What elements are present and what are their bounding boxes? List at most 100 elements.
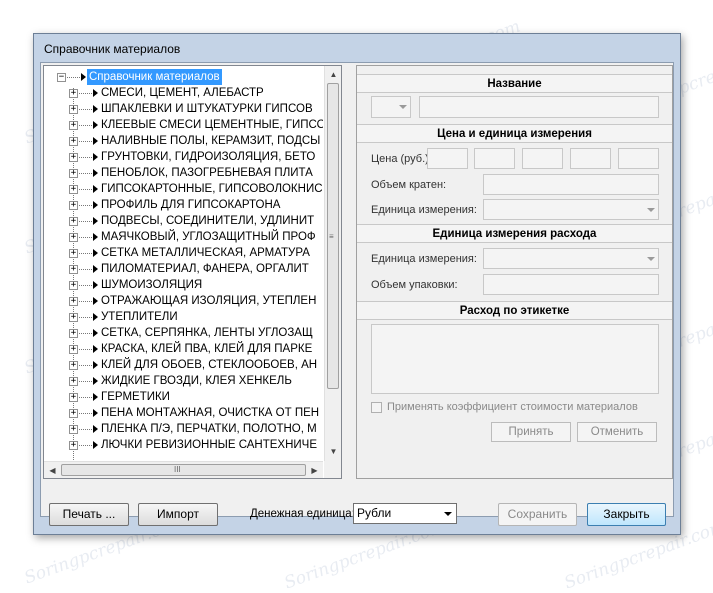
expand-icon[interactable]: +: [69, 345, 78, 354]
expand-icon[interactable]: +: [69, 329, 78, 338]
expand-icon[interactable]: +: [69, 153, 78, 162]
folder-arrow-icon: [93, 265, 98, 273]
tree-item[interactable]: + ГИПСОКАРТОННЫЕ, ГИПСОВОЛОКНИС: [44, 181, 323, 197]
expand-icon[interactable]: +: [69, 409, 78, 418]
expand-icon[interactable]: +: [69, 265, 78, 274]
expand-icon[interactable]: +: [69, 249, 78, 258]
horizontal-scrollbar[interactable]: ◀ III ▶: [44, 461, 323, 478]
expand-icon[interactable]: +: [69, 233, 78, 242]
price-field-2[interactable]: [474, 148, 515, 169]
tree-item[interactable]: + ГЕРМЕТИКИ: [44, 389, 323, 405]
folder-arrow-icon: [93, 89, 98, 97]
expand-icon[interactable]: +: [69, 217, 78, 226]
import-button[interactable]: Импорт: [138, 503, 218, 526]
tree-item[interactable]: + ОТРАЖАЮЩАЯ ИЗОЛЯЦИЯ, УТЕПЛЕН: [44, 293, 323, 309]
folder-arrow-icon: [93, 249, 98, 257]
unit-combo[interactable]: [483, 199, 659, 220]
expand-icon[interactable]: +: [69, 137, 78, 146]
consumption-unit-combo[interactable]: [483, 248, 659, 269]
tree-item[interactable]: + ПИЛОМАТЕРИАЛ, ФАНЕРА, ОРГАЛИТ: [44, 261, 323, 277]
tree-item[interactable]: + ЛЮЧКИ РЕВИЗИОННЫЕ САНТЕХНИЧЕ: [44, 437, 323, 453]
price-field-1[interactable]: [427, 148, 468, 169]
folder-arrow-icon: [93, 425, 98, 433]
tree-item[interactable]: + ПЛЕНКА П/Э, ПЕРЧАТКИ, ПОЛОТНО, М: [44, 421, 323, 437]
details-panel: Название Цена и единица измерения Цена (…: [356, 65, 673, 479]
tree-item[interactable]: + НАЛИВНЫЕ ПОЛЫ, КЕРАМЗИТ, ПОДСЫ: [44, 133, 323, 149]
scroll-up-icon[interactable]: ▲: [326, 67, 341, 82]
tree-item-label: ЖИДКИЕ ГВОЗДИ, КЛЕЯ ХЕНКЕЛЬ: [101, 375, 292, 387]
scrollbar-corner: [324, 461, 341, 478]
scroll-right-icon[interactable]: ▶: [307, 463, 322, 478]
cancel-button[interactable]: Отменить: [577, 422, 657, 442]
icon-combo[interactable]: [371, 96, 411, 118]
tree-item-label: ГИПСОКАРТОННЫЕ, ГИПСОВОЛОКНИС: [101, 183, 323, 195]
expand-icon[interactable]: +: [69, 425, 78, 434]
volume-field[interactable]: [483, 174, 659, 195]
tree-item-label: УТЕПЛИТЕЛИ: [101, 311, 178, 323]
vertical-scroll-thumb[interactable]: ≡: [327, 83, 339, 389]
tree-item[interactable]: + ПЕНОБЛОК, ПАЗОГРЕБНЕВАЯ ПЛИТА: [44, 165, 323, 181]
currency-select[interactable]: Рубли: [353, 503, 457, 524]
tree-item[interactable]: + ШУМОИЗОЛЯЦИЯ: [44, 277, 323, 293]
expand-icon[interactable]: +: [69, 105, 78, 114]
tree-item[interactable]: + ПОДВЕСЫ, СОЕДИНИТЕЛИ, УДЛИНИТ: [44, 213, 323, 229]
folder-arrow-icon: [93, 153, 98, 161]
folder-arrow-icon: [93, 361, 98, 369]
chevron-down-icon: [399, 105, 407, 109]
tree-connector: [79, 205, 92, 206]
materials-tree[interactable]: − Справочник материалов + СМЕСИ, ЦЕМЕНТ, …: [43, 65, 342, 479]
tree-item[interactable]: + СЕТКА, СЕРПЯНКА, ЛЕНТЫ УГЛОЗАЩ: [44, 325, 323, 341]
price-field-5[interactable]: [618, 148, 659, 169]
horizontal-scroll-thumb[interactable]: III: [61, 464, 306, 476]
pack-volume-field[interactable]: [483, 274, 659, 295]
accept-button[interactable]: Принять: [491, 422, 571, 442]
print-button[interactable]: Печать ...: [49, 503, 129, 526]
expand-icon[interactable]: +: [69, 169, 78, 178]
consumption-unit-label: Единица измерения:: [371, 253, 477, 265]
tree-item-label: ГРУНТОВКИ, ГИДРОИЗОЛЯЦИЯ, БЕТО: [101, 151, 316, 163]
expand-icon[interactable]: +: [69, 361, 78, 370]
tree-item[interactable]: + КЛЕЙ ДЛЯ ОБОЕВ, СТЕКЛООБОЕВ, АН: [44, 357, 323, 373]
expand-icon[interactable]: +: [69, 89, 78, 98]
expand-icon[interactable]: +: [69, 377, 78, 386]
scroll-left-icon[interactable]: ◀: [45, 463, 60, 478]
expand-icon[interactable]: +: [69, 297, 78, 306]
tree-item-label: СМЕСИ, ЦЕМЕНТ, АЛЕБАСТР: [101, 87, 264, 99]
vertical-scrollbar[interactable]: ▲ ≡ ▼: [324, 66, 341, 461]
tree-item[interactable]: + КЛЕЕВЫЕ СМЕСИ ЦЕМЕНТНЫЕ, ГИПСО: [44, 117, 323, 133]
tree-connector: [79, 445, 92, 446]
currency-selected-value: Рубли: [357, 506, 392, 520]
tree-item[interactable]: + ЖИДКИЕ ГВОЗДИ, КЛЕЯ ХЕНКЕЛЬ: [44, 373, 323, 389]
tree-item[interactable]: + КРАСКА, КЛЕЙ ПВА, КЛЕЙ ДЛЯ ПАРКЕ: [44, 341, 323, 357]
tree-item[interactable]: + ПЕНА МОНТАЖНАЯ, ОЧИСТКА ОТ ПЕН: [44, 405, 323, 421]
expand-icon[interactable]: +: [69, 281, 78, 290]
tree-item[interactable]: + ГРУНТОВКИ, ГИДРОИЗОЛЯЦИЯ, БЕТО: [44, 149, 323, 165]
pack-volume-label: Объем упаковки:: [371, 279, 458, 291]
price-field-4[interactable]: [570, 148, 611, 169]
tree-item[interactable]: + МАЯЧКОВЫЙ, УГЛОЗАЩИТНЫЙ ПРОФ: [44, 229, 323, 245]
coef-checkbox[interactable]: [371, 402, 382, 413]
name-field[interactable]: [419, 96, 659, 118]
expand-icon[interactable]: +: [69, 121, 78, 130]
label-consumption-textarea[interactable]: [371, 324, 659, 394]
tree-item[interactable]: + УТЕПЛИТЕЛИ: [44, 309, 323, 325]
tree-item-label: ПИЛОМАТЕРИАЛ, ФАНЕРА, ОРГАЛИТ: [101, 263, 309, 275]
tree-item[interactable]: + СЕТКА МЕТАЛЛИЧЕСКАЯ, АРМАТУРА: [44, 245, 323, 261]
close-button[interactable]: Закрыть: [587, 503, 666, 526]
expand-icon[interactable]: +: [69, 393, 78, 402]
expand-icon[interactable]: +: [69, 185, 78, 194]
tree-root-node[interactable]: − Справочник материалов: [50, 69, 320, 85]
expand-icon[interactable]: +: [69, 201, 78, 210]
collapse-icon[interactable]: −: [57, 73, 66, 82]
save-button[interactable]: Сохранить: [498, 503, 577, 526]
price-field-3[interactable]: [522, 148, 563, 169]
tree-connector: [79, 429, 92, 430]
tree-item[interactable]: + ШПАКЛЕВКИ И ШТУКАТУРКИ ГИПСОВ: [44, 101, 323, 117]
scroll-down-icon[interactable]: ▼: [326, 444, 341, 459]
folder-arrow-icon: [93, 441, 98, 449]
expand-icon[interactable]: +: [69, 441, 78, 450]
tree-item-label: ШПАКЛЕВКИ И ШТУКАТУРКИ ГИПСОВ: [101, 103, 313, 115]
tree-item[interactable]: + СМЕСИ, ЦЕМЕНТ, АЛЕБАСТР: [44, 85, 323, 101]
tree-item[interactable]: + ПРОФИЛЬ ДЛЯ ГИПСОКАРТОНА: [44, 197, 323, 213]
expand-icon[interactable]: +: [69, 313, 78, 322]
